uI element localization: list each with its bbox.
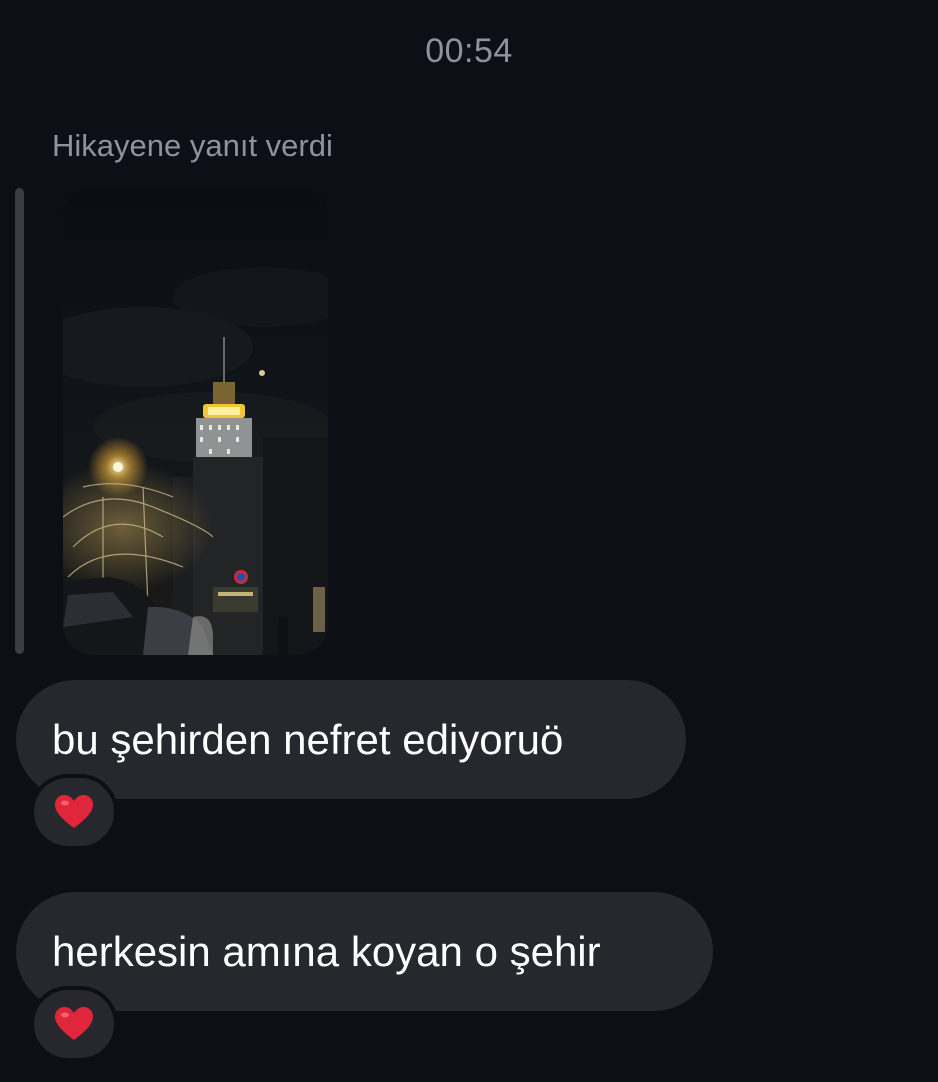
chat-screen: 00:54 Hikayene yanıt verdi bu şehirden n…	[0, 0, 938, 1082]
message-bubble[interactable]: bu şehirden nefret ediyoruö	[16, 680, 686, 799]
story-thumbnail[interactable]	[63, 187, 328, 655]
story-reply-label: Hikayene yanıt verdi	[52, 128, 333, 163]
heart-icon	[55, 795, 93, 828]
heart-icon	[55, 1007, 93, 1040]
reaction-badge[interactable]	[30, 774, 118, 850]
reaction-badge[interactable]	[30, 986, 118, 1062]
message-bubble[interactable]: herkesin amına koyan o şehir	[16, 892, 713, 1011]
message-timestamp: 00:54	[425, 32, 513, 70]
reply-quote-bar	[15, 188, 24, 654]
